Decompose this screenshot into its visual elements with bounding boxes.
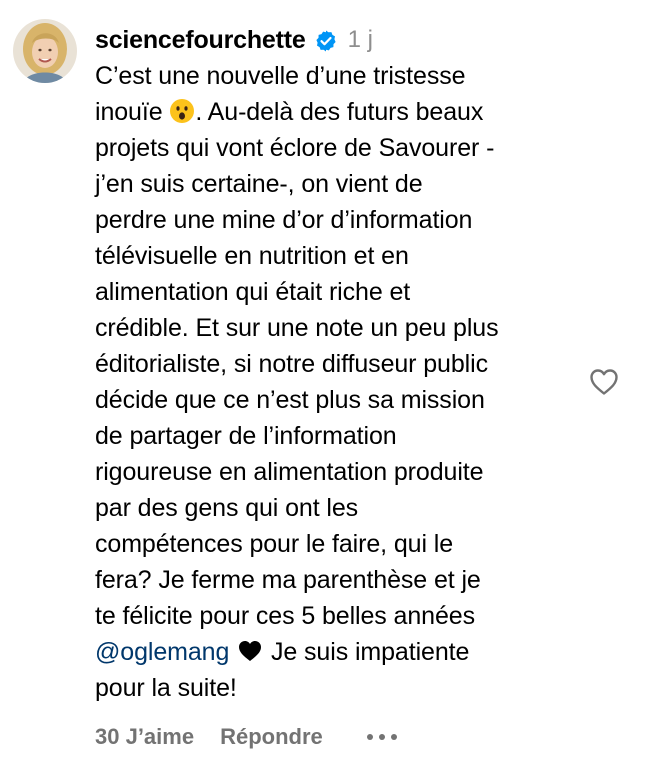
like-heart-icon[interactable] <box>588 366 620 398</box>
comment-content: sciencefourchette 1 j C’est une nouvelle… <box>95 20 575 706</box>
hushed-face-emoji-icon <box>169 98 195 124</box>
comment-header: sciencefourchette 1 j <box>95 20 575 60</box>
more-dot <box>390 734 397 740</box>
more-options-icon[interactable] <box>366 722 397 752</box>
avatar[interactable] <box>13 19 77 83</box>
comment-text-part2: . Au-delà des futurs beaux projets qui v… <box>95 98 499 630</box>
verified-badge-icon <box>314 29 338 53</box>
comment: sciencefourchette 1 j C’est une nouvelle… <box>0 0 648 766</box>
mention-link[interactable]: @oglemang <box>95 638 229 666</box>
likes-count-button[interactable]: 30 J’aime <box>95 724 194 750</box>
comment-timestamp[interactable]: 1 j <box>348 26 373 54</box>
username-link[interactable]: sciencefourchette <box>95 26 306 55</box>
comment-text: C’est une nouvelle d’une tristesse inouï… <box>95 58 575 706</box>
reply-button[interactable]: Répondre <box>220 724 323 750</box>
avatar-image <box>13 19 77 83</box>
more-dot <box>378 734 385 740</box>
more-dot <box>366 734 373 740</box>
comment-footer: 30 J’aime Répondre <box>95 722 397 752</box>
black-heart-icon <box>238 636 262 661</box>
